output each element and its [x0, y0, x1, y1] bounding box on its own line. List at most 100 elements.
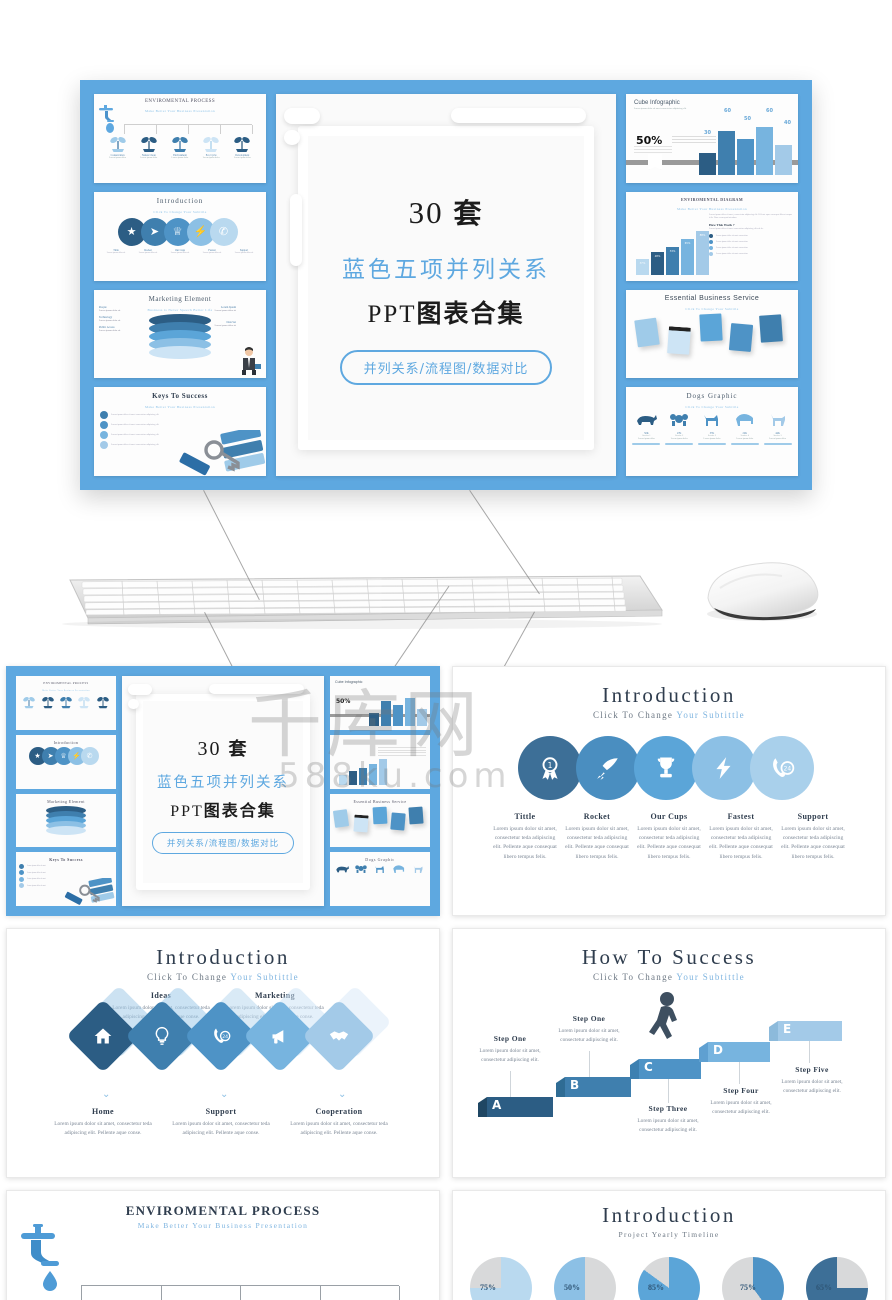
caption-heading: Our Cups [650, 812, 688, 821]
replica-thumb-envdiagram [330, 734, 430, 789]
dog-item: 22K Service 4 Lorem ipsum dolor [730, 412, 759, 446]
slide-subtitle: Click To Change Your Subtittle [7, 972, 439, 982]
slide-row: ENVIROMENTAL PROCESS Make Better Your Bu… [6, 1190, 886, 1300]
replica-thumb-circles: Introduction ★ ➤ ♕ ⚡ ✆ [16, 734, 116, 789]
side-text: Lorem ipsum dolor sit amet, consectetur … [709, 213, 792, 256]
replica-cover: 30 套 蓝色五项并列关系 PPT图表合集 并列关系/流程图/数据对比 [122, 676, 324, 906]
plant-item: Development Lorem ipsum dolor [232, 133, 252, 160]
bolt-icon [716, 757, 731, 779]
poster-page: ENVIROMENTAL PROCESS Make Better Your Bu… [0, 0, 892, 1300]
home-icon [93, 1026, 113, 1046]
step-slab-c[interactable]: C [630, 1059, 701, 1079]
thumb-subtitle: Make Better Your Business Presentation [145, 405, 215, 410]
slide-row: ENVIROMENTAL PROCESS Make Better Your Bu… [6, 666, 886, 916]
caption-heading: Cooperation [315, 1107, 363, 1116]
diamond-label-support: Support Lorem ipsum dolor sit amet, cons… [163, 1107, 279, 1138]
rocket-icon [597, 758, 618, 780]
slide-cover-replica[interactable]: ENVIROMENTAL PROCESS Make Better Your Bu… [6, 666, 440, 916]
thumb-dogs-graphic[interactable]: Dogs Graphic Click To Change Your Subtit… [626, 387, 798, 476]
caption-item: Rocket Lorem ipsum dolor sit amet, conse… [561, 812, 633, 862]
step-slab-a[interactable]: A [478, 1097, 553, 1117]
cover-title-latin: PPT [367, 300, 417, 328]
caption-text: Lorem ipsum dolor sit amet, consectetur … [709, 826, 773, 860]
thumb-environmental-diagram[interactable]: ENVIROMENTAL DIAGRAM Make Better Your Bu… [626, 191, 798, 281]
caption-text: Lorem ipsum dolor sit amet, consectetur … [172, 1121, 270, 1136]
pie-value: 75% [740, 1283, 756, 1292]
circle-item-fastest[interactable] [692, 736, 756, 800]
circle-item-support[interactable]: 24 [750, 736, 814, 800]
step-slab-d[interactable]: D [699, 1042, 770, 1062]
lightbulb-icon [152, 1026, 172, 1046]
cover-badge[interactable]: 并列关系/流程图/数据对比 [339, 349, 553, 385]
cover-title-cn: 图表合集 [203, 800, 276, 820]
circle-item-tittle[interactable]: 1 [518, 736, 582, 800]
thumb-connector-lines [124, 124, 253, 134]
dog-icon [735, 414, 753, 427]
bar-label: 60 [724, 108, 731, 114]
slide-introduction-diamonds[interactable]: Introduction Click To Change Your Subtit… [6, 928, 440, 1178]
cover-title-cn: 图表合集 [416, 298, 525, 328]
slide-environmental-process[interactable]: ENVIROMENTAL PROCESS Make Better Your Bu… [6, 1190, 440, 1300]
connector-line [589, 1051, 590, 1077]
slide-title: Introduction [602, 683, 736, 707]
keys-icon [179, 430, 266, 476]
process-connector [81, 1285, 400, 1300]
cover-title: PPT图表合集 [276, 294, 616, 330]
slide-introduction-circles[interactable]: Introduction Click To Change Your Subtit… [452, 666, 886, 916]
thumb-title: ENVIROMENTAL PROCESS [144, 99, 216, 104]
slide-subtitle: Click To Change Your Subtittle [453, 710, 885, 720]
support-phone-icon: ✆ [209, 217, 238, 246]
bookmark-icon [648, 154, 662, 170]
bar-label: 50 [744, 116, 751, 122]
thumb-keys-to-success[interactable]: Keys To Success Make Better Your Busines… [94, 387, 266, 476]
caption-heading: Step Five [795, 1065, 829, 1074]
caption-text: Lorem ipsum dolor sit amet, consectetur … [781, 826, 845, 860]
plant-icon [96, 696, 109, 709]
award-icon: 1 [542, 757, 558, 780]
replica-thumb-service: Essential Business Service [330, 793, 430, 848]
bar [718, 130, 735, 175]
plant-icon [172, 136, 188, 152]
dog-item: 44K Service 5 Lorem ipsum dolor [763, 412, 792, 446]
step-slab-e[interactable]: E [769, 1021, 842, 1041]
thumb-subtitle: Click To Change Your Subtitle [685, 405, 739, 410]
dog-item: 37K Service 3 Lorem ipsum dolor [697, 412, 726, 446]
caption-item: Our Cups Lorem ipsum dolor sit amet, con… [633, 812, 705, 862]
plant-text: Lorem ipsum dolor [202, 157, 220, 159]
slide-subtitle: Click To Change Your Subtittle [453, 972, 885, 982]
circle-item-our-cups[interactable] [634, 736, 698, 800]
thumb-cube-infographic[interactable]: Cube Infographic Lorem ipsum dolor sit a… [626, 94, 798, 183]
card [728, 322, 754, 352]
diamond-label-home: Home Lorem ipsum dolor sit amet, consect… [45, 1107, 161, 1138]
caption-text: Lorem ipsum dolor sit amet, consectetur … [710, 1100, 772, 1115]
plant-icon [60, 696, 72, 709]
thumb-environmental-process[interactable]: ENVIROMENTAL PROCESS Make Better Your Bu… [94, 94, 266, 183]
step-slab-b[interactable]: B [556, 1077, 631, 1097]
slide-title: Introduction [156, 945, 290, 969]
hero-right-thumbnail-column: Cube Infographic Lorem ipsum dolor sit a… [626, 94, 798, 476]
thumb-essential-business-service[interactable]: Essential Business Service Click To Chan… [626, 289, 798, 379]
bar: 65% [681, 238, 694, 275]
cover-badge[interactable]: 并列关系/流程图/数据对比 [151, 831, 295, 854]
slide-title: How To Success [581, 945, 757, 969]
slide-introduction-pies[interactable]: Introduction Project Yearly Timeline 75%… [452, 1190, 886, 1300]
faucet-water-drop-icon [21, 1224, 59, 1291]
circle-item-rocket[interactable] [576, 736, 640, 800]
hero-cover-slide[interactable]: 30 套 蓝色五项并列关系 PPT图表合集 并列关系/流程图/数据对比 [276, 94, 616, 476]
thumb-marketing-element[interactable]: Marketing Element Business is Never Spee… [94, 289, 266, 379]
bar: 88% [696, 230, 709, 275]
caption-row: Tittle Lorem ipsum dolor sit amet, conse… [453, 812, 885, 862]
chevron-down-icon: ⌄ [338, 1089, 347, 1100]
left-legend: People Lorem ipsum dolor sit Technology … [99, 306, 143, 332]
circle-labels: Tittle Lorem ipsum dolor sit Rocket Lorem … [94, 246, 266, 255]
card [759, 313, 783, 343]
tree-bar-chart: 37% 48% 53% 65% 88% [630, 230, 709, 275]
walking-person-icon [649, 992, 677, 1039]
thumb-introduction-circles[interactable]: Introduction Click To Change Your Subtit… [94, 191, 266, 281]
slide-how-to-success[interactable]: How To Success Click To Change Your Subt… [452, 928, 886, 1178]
hero-mockup: ENVIROMENTAL PROCESS Make Better Your Bu… [80, 80, 812, 490]
pie-value: 65% [816, 1283, 832, 1292]
caption-item: Fastest Lorem ipsum dolor sit amet, cons… [705, 812, 777, 862]
svg-text:1: 1 [548, 761, 553, 770]
plant-item: Environment Lorem ipsum dolor [170, 133, 190, 160]
